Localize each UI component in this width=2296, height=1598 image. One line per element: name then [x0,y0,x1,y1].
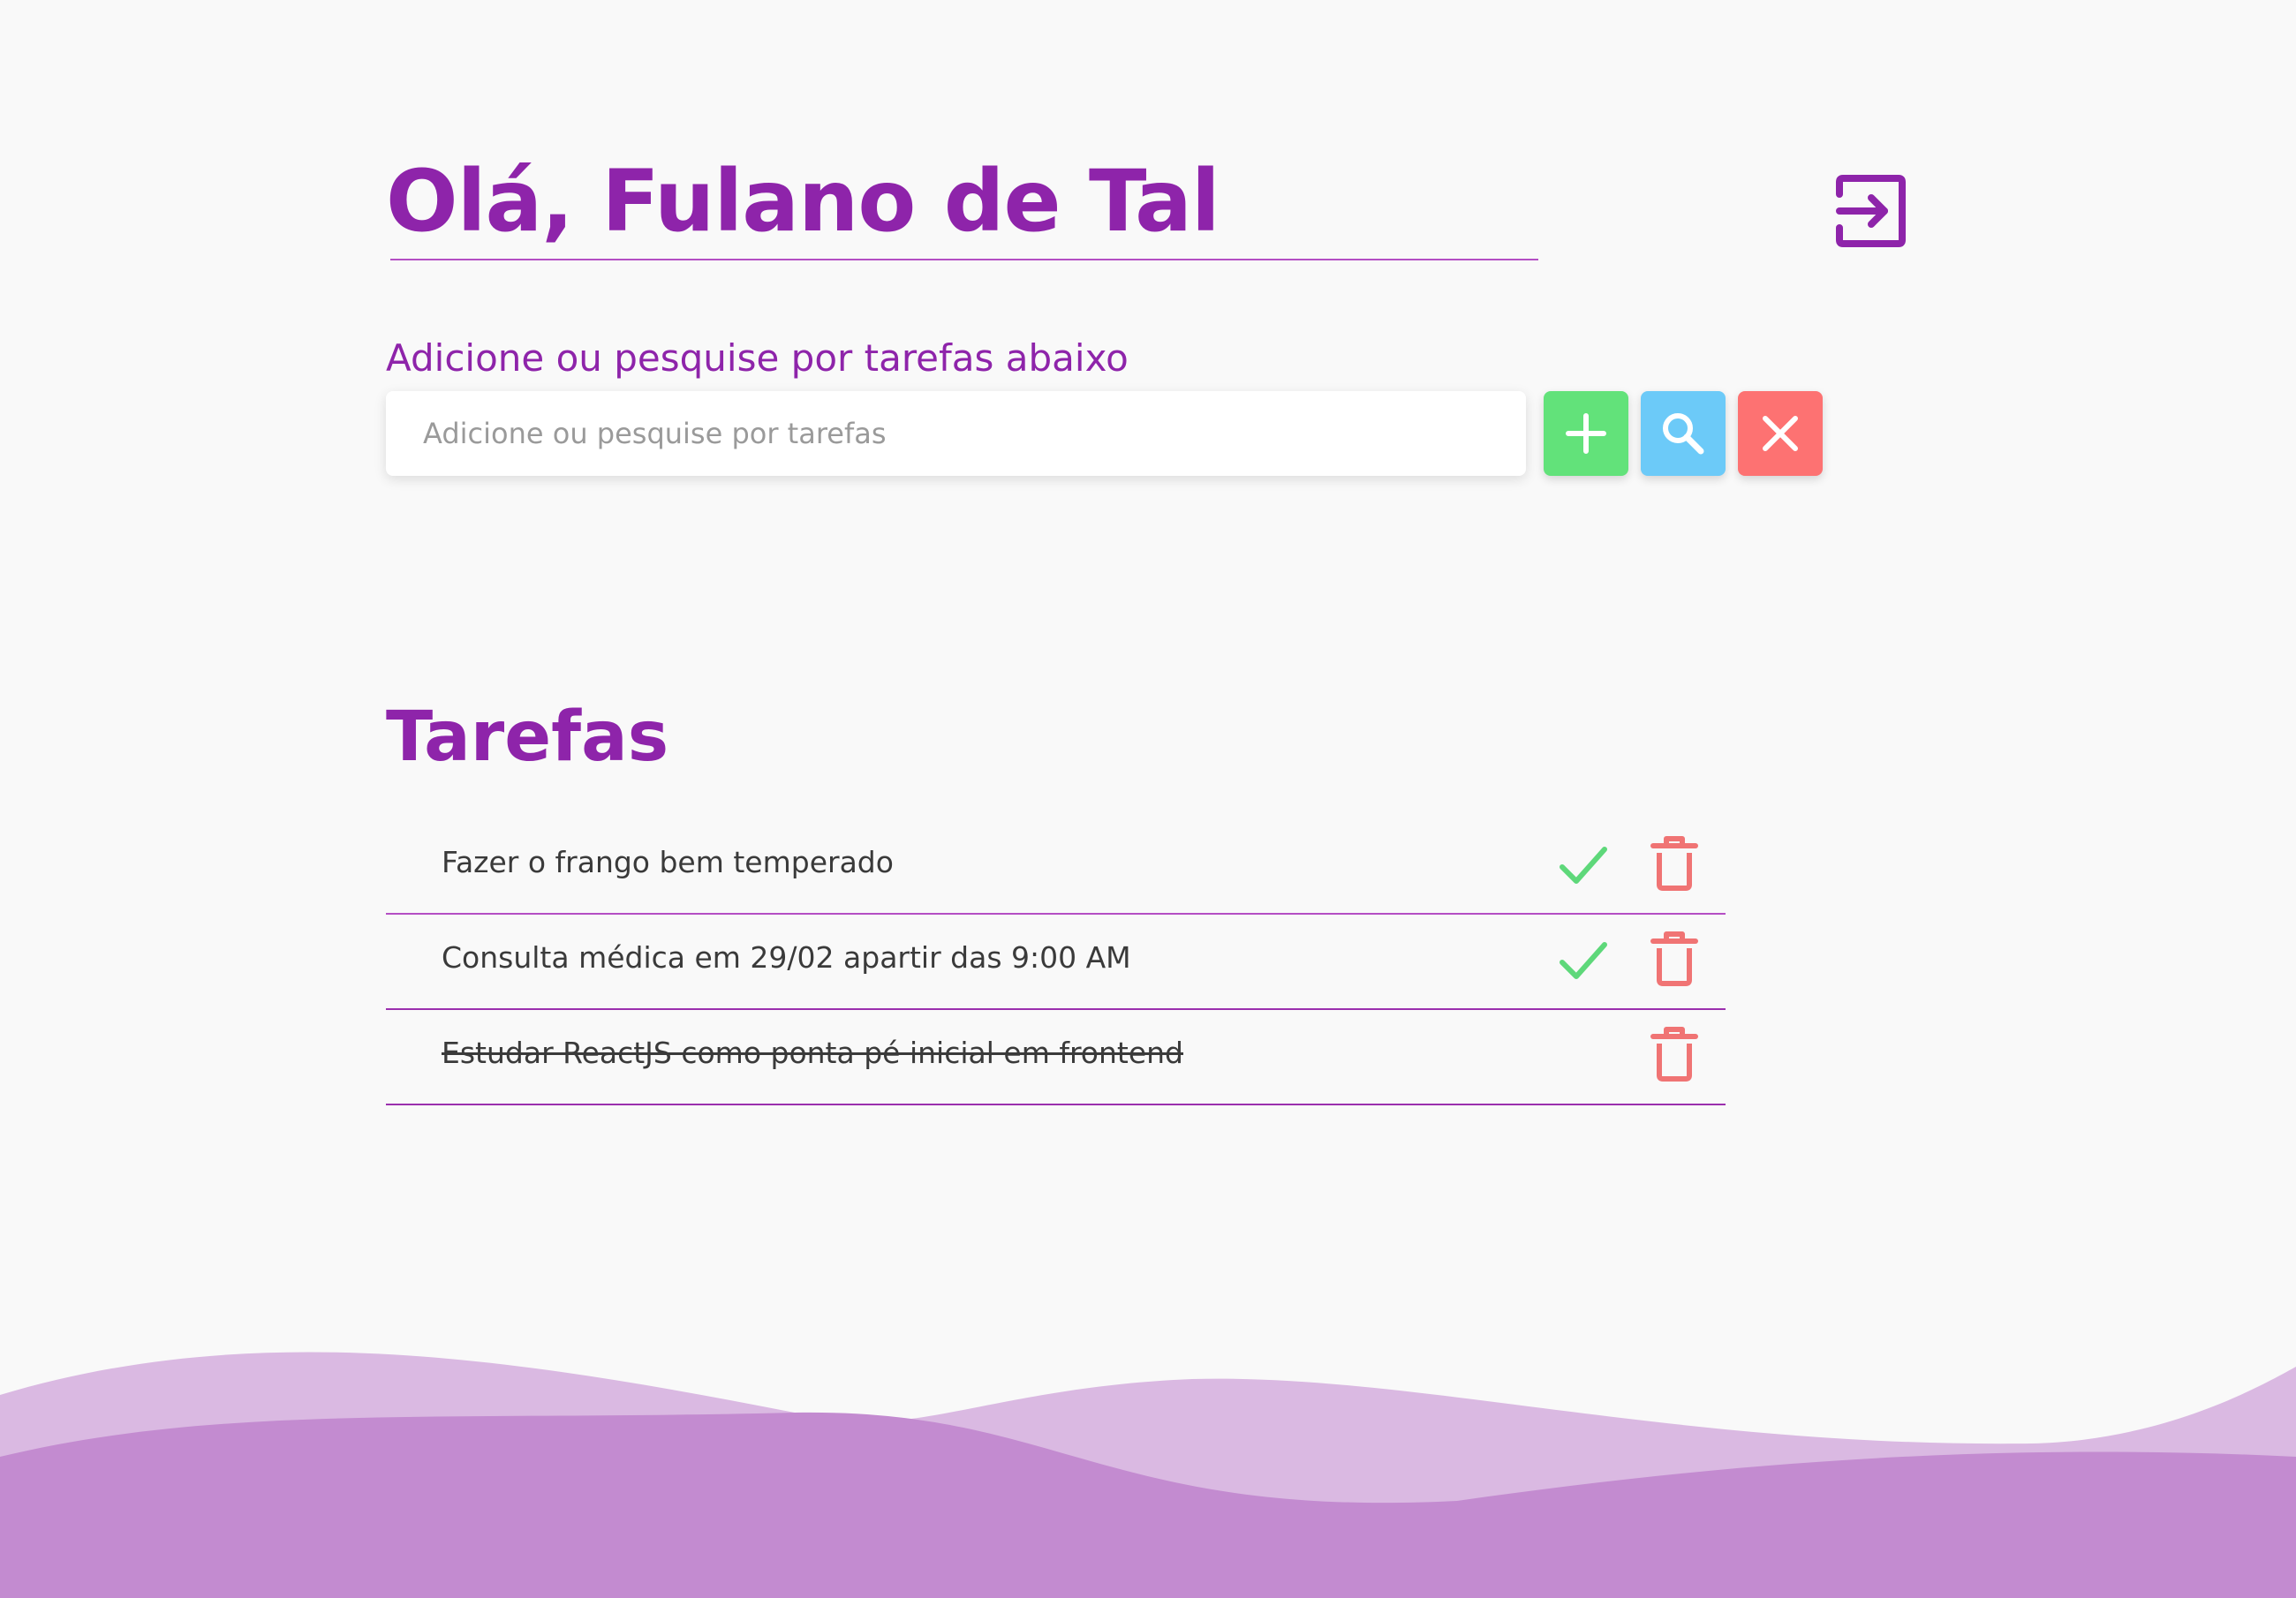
trash-icon[interactable] [1650,931,1699,987]
wave-decoration [0,1352,2296,1598]
search-task-button[interactable] [1641,391,1726,476]
task-input[interactable] [386,391,1526,476]
search-icon [1663,413,1704,455]
greeting-title: Olá, Fulano de Tal [386,152,1220,251]
task-text: Fazer o frango bem temperado [442,845,894,879]
form-subtitle: Adicione ou pesquise por tarefas abaixo [386,336,1129,380]
task-text: Estudar ReactJS como ponta pé inicial em… [442,1036,1184,1070]
task-item: Estudar ReactJS como ponta pé inicial em… [386,1010,1726,1105]
clear-button[interactable] [1738,391,1823,476]
close-icon [1763,416,1798,451]
trash-icon[interactable] [1650,835,1699,892]
add-task-button[interactable] [1544,391,1628,476]
task-list: Fazer o frango bem temperado Consulta mé… [386,819,1726,1105]
logout-icon[interactable] [1832,173,1907,249]
task-item: Fazer o frango bem temperado [386,819,1726,915]
check-icon[interactable] [1557,839,1610,892]
plus-icon [1566,413,1606,454]
check-icon[interactable] [1557,934,1610,987]
trash-icon[interactable] [1650,1026,1699,1082]
tasks-title: Tarefas [386,697,669,777]
greeting-underline [390,259,1538,260]
task-item: Consulta médica em 29/02 apartir das 9:0… [386,915,1726,1010]
task-text: Consulta médica em 29/02 apartir das 9:0… [442,940,1131,975]
